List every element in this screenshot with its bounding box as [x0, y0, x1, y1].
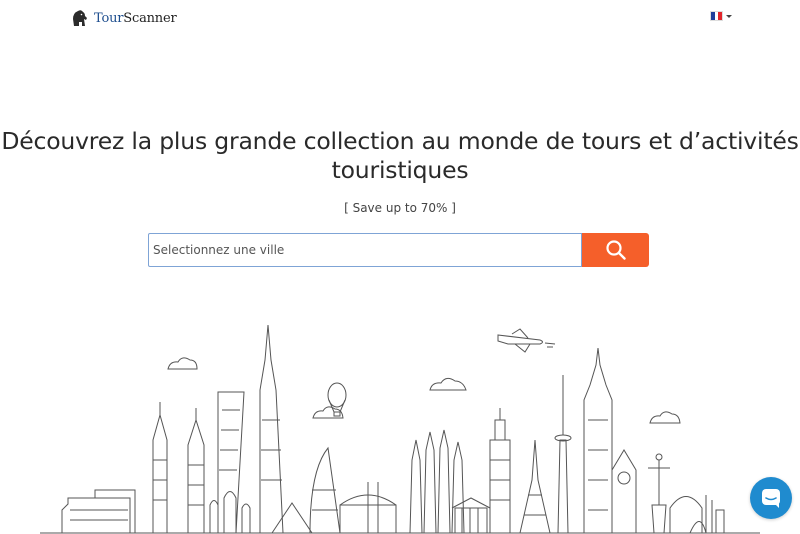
logo-text: TourScanner [94, 10, 177, 26]
chevron-down-icon [726, 14, 732, 18]
save-tagline: [ Save up to 70% ] [344, 201, 456, 215]
language-selector[interactable] [710, 11, 732, 21]
tourscanner-logo[interactable]: TourScanner [70, 7, 177, 29]
search-button[interactable] [582, 233, 649, 267]
world-landmarks-skyline-illustration [40, 324, 760, 534]
chat-button[interactable] [750, 477, 792, 519]
gorilla-icon [73, 10, 87, 26]
city-search-input[interactable] [148, 233, 582, 267]
page-title: Découvrez la plus grande collection au m… [1, 127, 799, 184]
logo-text-scanner: Scanner [123, 10, 177, 26]
flag-fr-icon [710, 11, 723, 21]
logo-text-tour: Tour [94, 10, 124, 26]
chat-bubble-icon [762, 489, 780, 508]
search-bar [148, 233, 649, 267]
search-icon [605, 240, 626, 260]
